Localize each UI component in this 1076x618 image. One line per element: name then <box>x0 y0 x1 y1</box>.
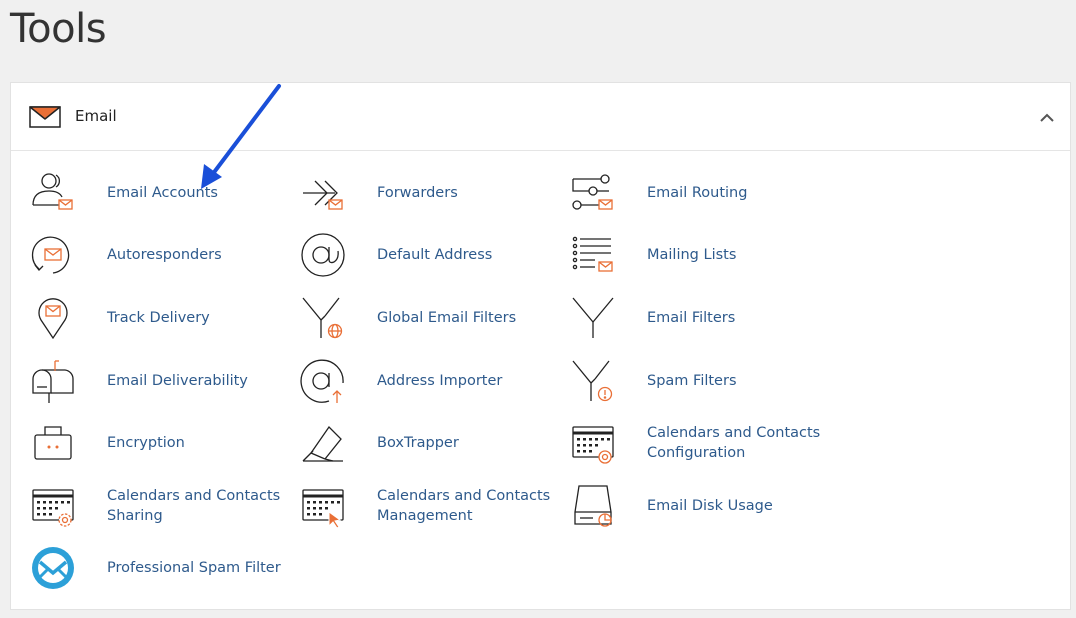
item-label: Spam Filters <box>647 373 737 389</box>
item-label: Email Routing <box>647 185 748 201</box>
email-filters-icon <box>569 294 617 342</box>
item-label: Calendars and Contacts Configuration <box>647 425 821 461</box>
item-label: Professional Spam Filter <box>107 560 281 576</box>
spam-filters-link[interactable]: Spam Filters <box>569 356 737 406</box>
item-label: Email Filters <box>647 310 736 326</box>
default-address-link[interactable]: Default Address <box>299 230 492 280</box>
item-label: Track Delivery <box>107 310 210 326</box>
spam-filters-icon <box>569 357 617 405</box>
email-filters-link[interactable]: Email Filters <box>569 293 735 343</box>
track-delivery-icon <box>29 294 77 342</box>
page-title: Tools <box>10 6 107 52</box>
email-routing-icon <box>569 169 617 217</box>
email-deliverability-icon <box>29 357 77 405</box>
global-email-filters-icon <box>299 294 347 342</box>
address-importer-icon <box>299 357 347 405</box>
item-label: Autoresponders <box>107 247 222 263</box>
calendars-contacts-configuration-icon <box>569 419 617 467</box>
section-title: Email <box>75 107 117 125</box>
professional-spam-filter-icon <box>29 544 77 592</box>
item-label: Forwarders <box>377 185 458 201</box>
item-label: Default Address <box>377 247 493 263</box>
chevron-up-icon[interactable] <box>1040 110 1054 128</box>
item-label: BoxTrapper <box>377 435 459 451</box>
item-label: Email Disk Usage <box>647 498 773 514</box>
calendars-contacts-sharing-link[interactable]: Calendars and Contacts Sharing <box>29 481 297 531</box>
mailing-lists-icon <box>569 231 617 279</box>
calendars-contacts-management-link[interactable]: Calendars and Contacts Management <box>299 481 567 531</box>
item-label: Address Importer <box>377 373 503 389</box>
envelope-icon <box>29 106 61 133</box>
boxtrapper-icon <box>299 419 347 467</box>
mailing-lists-link[interactable]: Mailing Lists <box>569 230 736 280</box>
item-label: Calendars and Contacts Management <box>377 488 551 524</box>
item-label: Mailing Lists <box>647 247 737 263</box>
email-section-panel: Email Email Accounts Forwarders Email Ro… <box>10 82 1071 610</box>
boxtrapper-link[interactable]: BoxTrapper <box>299 418 459 468</box>
item-label: Email Accounts <box>107 185 218 201</box>
autoresponders-icon <box>29 231 77 279</box>
email-accounts-icon <box>29 169 77 217</box>
forwarders-link[interactable]: Forwarders <box>299 168 458 218</box>
encryption-link[interactable]: Encryption <box>29 418 185 468</box>
professional-spam-filter-link[interactable]: Professional Spam Filter <box>29 543 281 593</box>
item-label: Email Deliverability <box>107 373 248 389</box>
email-accounts-link[interactable]: Email Accounts <box>29 168 218 218</box>
email-disk-usage-link[interactable]: Email Disk Usage <box>569 481 773 531</box>
calendars-contacts-management-icon <box>299 482 347 530</box>
email-section-header[interactable]: Email <box>11 83 1070 151</box>
encryption-icon <box>29 419 77 467</box>
email-routing-link[interactable]: Email Routing <box>569 168 747 218</box>
global-email-filters-link[interactable]: Global Email Filters <box>299 293 516 343</box>
email-disk-usage-icon <box>569 482 617 530</box>
calendars-contacts-configuration-link[interactable]: Calendars and Contacts Configuration <box>569 418 837 468</box>
track-delivery-link[interactable]: Track Delivery <box>29 293 210 343</box>
autoresponders-link[interactable]: Autoresponders <box>29 230 222 280</box>
forwarders-icon <box>299 169 347 217</box>
item-label: Calendars and Contacts Sharing <box>107 488 281 524</box>
calendars-contacts-sharing-icon <box>29 482 77 530</box>
item-label: Global Email Filters <box>377 310 517 326</box>
item-label: Encryption <box>107 435 185 451</box>
default-address-icon <box>299 231 347 279</box>
address-importer-link[interactable]: Address Importer <box>299 356 502 406</box>
email-deliverability-link[interactable]: Email Deliverability <box>29 356 248 406</box>
